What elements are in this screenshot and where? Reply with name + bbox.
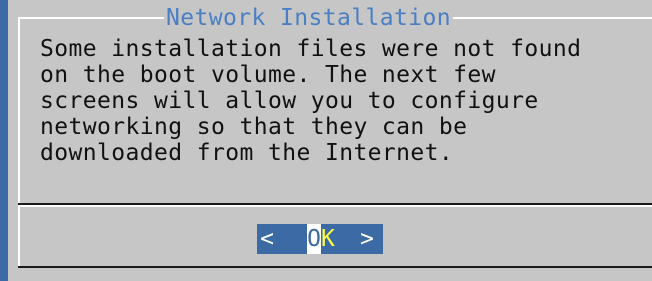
ok-hotkey-letter: O [307, 224, 321, 254]
left-arrow-icon: < [260, 226, 274, 252]
right-arrow-icon: > [360, 226, 374, 252]
dialog-separator-light [18, 205, 652, 207]
dialog-left-border [18, 17, 20, 267]
ok-label-rest: K [321, 226, 335, 252]
dialog-title: Network Installation [164, 5, 453, 31]
dialog-separator-dark [18, 203, 652, 205]
ok-button[interactable]: < O K > [257, 224, 383, 254]
dialog-message: Some installation files were not found o… [40, 36, 582, 166]
dialog-bottom-border [18, 266, 652, 268]
